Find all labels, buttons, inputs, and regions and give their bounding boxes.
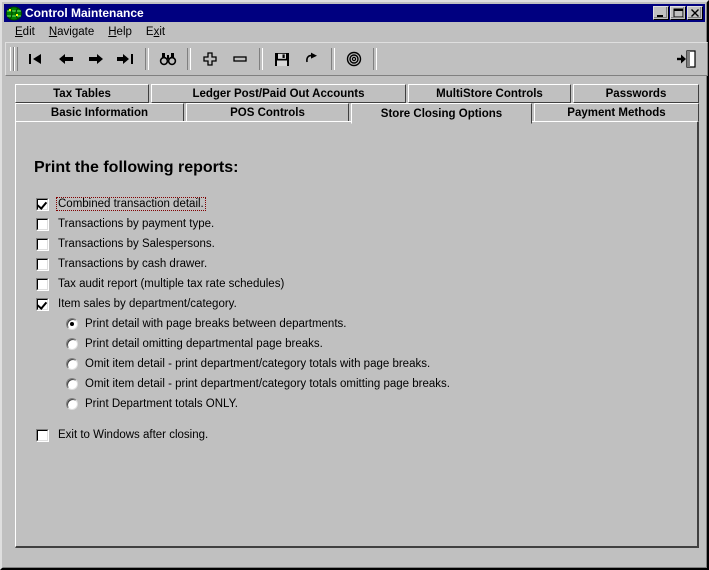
radio-label: Print detail with page breaks between de… [85,318,347,330]
radio-label: Omit item detail - print department/cate… [85,378,450,390]
menu-item-exit[interactable]: Exit [139,24,172,40]
tab-pos-controls[interactable]: POS Controls [186,103,349,122]
delete-record-button[interactable] [225,45,255,73]
toolbar-separator [331,48,335,70]
tab-row-2: Basic Information POS Controls Store Clo… [15,103,699,124]
checkbox-row-transactions-by-cash-drawer[interactable]: Transactions by cash drawer. [36,254,286,274]
radio-row-print-department-totals-only[interactable]: Print Department totals ONLY. [66,394,450,414]
checkbox-label: Transactions by Salespersons. [58,238,215,250]
radio-icon[interactable] [66,378,78,390]
radio-row-print-detail-with-page-breaks[interactable]: Print detail with page breaks between de… [66,314,450,334]
tab-strip: Tax Tables Ledger Post/Paid Out Accounts… [15,84,699,124]
window-controls [652,6,703,20]
tab-tax-tables[interactable]: Tax Tables [15,84,149,103]
tab-label: Basic Information [50,106,149,119]
menu-item-navigate[interactable]: Navigate [42,24,101,40]
tab-payment-methods[interactable]: Payment Methods [534,103,699,122]
toolbar-grip[interactable] [10,47,18,71]
previous-record-button[interactable] [51,45,81,73]
checkbox-label: Exit to Windows after closing. [58,429,209,441]
maximize-button[interactable] [670,6,686,20]
page-title: Print the following reports: [34,159,239,176]
checkbox-row-tax-audit-report[interactable]: Tax audit report (multiple tax rate sche… [36,274,286,294]
checkbox-row-combined-transaction-detail[interactable]: Combined transaction detail. [36,194,286,214]
refresh-button[interactable] [297,45,327,73]
first-record-button[interactable] [21,45,51,73]
menu-bar: Edit Navigate Help Exit [4,23,705,41]
radio-icon[interactable] [66,358,78,370]
window-title: Control Maintenance [25,6,144,20]
toolbar-separator [259,48,263,70]
application-window: Control Maintenance Edit Navigate Help E… [0,0,709,570]
save-button[interactable] [267,45,297,73]
tab-store-closing-options[interactable]: Store Closing Options [351,103,532,124]
checkbox-label: Tax audit report (multiple tax rate sche… [58,278,285,290]
add-record-button[interactable] [195,45,225,73]
close-button[interactable] [687,6,703,20]
app-globe-icon [6,6,22,21]
toolbar-separator [145,48,149,70]
checkbox-label: Transactions by cash drawer. [58,258,208,270]
checkbox-row-transactions-by-payment-type[interactable]: Transactions by payment type. [36,214,286,234]
toolbar-separator [373,48,377,70]
process-button[interactable] [339,45,369,73]
radio-label: Print detail omitting departmental page … [85,338,323,350]
tab-basic-information[interactable]: Basic Information [15,103,184,122]
toolbar [5,42,708,76]
checkbox-icon[interactable] [36,237,49,251]
next-record-button[interactable] [81,45,111,73]
tab-label: MultiStore Controls [436,87,543,100]
reports-checkbox-group: Combined transaction detail. Transaction… [36,194,286,314]
checkbox-icon[interactable] [36,277,49,291]
checkbox-icon[interactable] [36,428,49,442]
radio-row-omit-item-detail-totals-with-page-breaks[interactable]: Omit item detail - print department/cate… [66,354,450,374]
checkbox-label: Item sales by department/category. [58,298,237,310]
title-bar: Control Maintenance [4,4,705,22]
menu-item-edit[interactable]: Edit [8,24,42,40]
radio-label: Print Department totals ONLY. [85,398,238,410]
last-record-button[interactable] [111,45,141,73]
tab-label: Passwords [605,87,667,100]
tab-multistore-controls[interactable]: MultiStore Controls [408,84,571,103]
find-button[interactable] [153,45,183,73]
checkbox-row-exit-to-windows-after-closing[interactable]: Exit to Windows after closing. [36,425,210,445]
checkbox-icon[interactable] [36,197,49,211]
tab-content-panel: Print the following reports: Combined tr… [15,121,699,548]
radio-label: Omit item detail - print department/cate… [85,358,431,370]
tab-label: Ledger Post/Paid Out Accounts [192,87,365,100]
checkbox-label: Combined transaction detail. [56,197,206,211]
checkbox-row-transactions-by-salespersons[interactable]: Transactions by Salespersons. [36,234,286,254]
tab-label: POS Controls [230,106,305,119]
checkbox-row-item-sales-by-department-category[interactable]: Item sales by department/category. [36,294,286,314]
toolbar-separator [187,48,191,70]
checkbox-icon[interactable] [36,297,49,311]
radio-icon[interactable] [66,338,78,350]
tab-row-1: Tax Tables Ledger Post/Paid Out Accounts… [15,84,699,103]
radio-icon[interactable] [66,398,78,410]
tab-passwords[interactable]: Passwords [573,84,699,103]
menu-item-help[interactable]: Help [101,24,139,40]
tab-label: Tax Tables [53,87,111,100]
exit-button[interactable] [671,45,701,73]
item-sales-detail-radio-group: Print detail with page breaks between de… [66,314,450,414]
checkbox-icon[interactable] [36,257,49,271]
radio-row-print-detail-omitting-page-breaks[interactable]: Print detail omitting departmental page … [66,334,450,354]
tab-ledger-post-paid-out-accounts[interactable]: Ledger Post/Paid Out Accounts [151,84,406,103]
checkbox-label: Transactions by payment type. [58,218,215,230]
radio-icon[interactable] [66,318,78,330]
minimize-button[interactable] [653,6,669,20]
tab-label: Payment Methods [567,106,666,119]
checkbox-icon[interactable] [36,217,49,231]
radio-row-omit-item-detail-totals-omitting-page-breaks[interactable]: Omit item detail - print department/cate… [66,374,450,394]
tab-label: Store Closing Options [380,107,503,120]
